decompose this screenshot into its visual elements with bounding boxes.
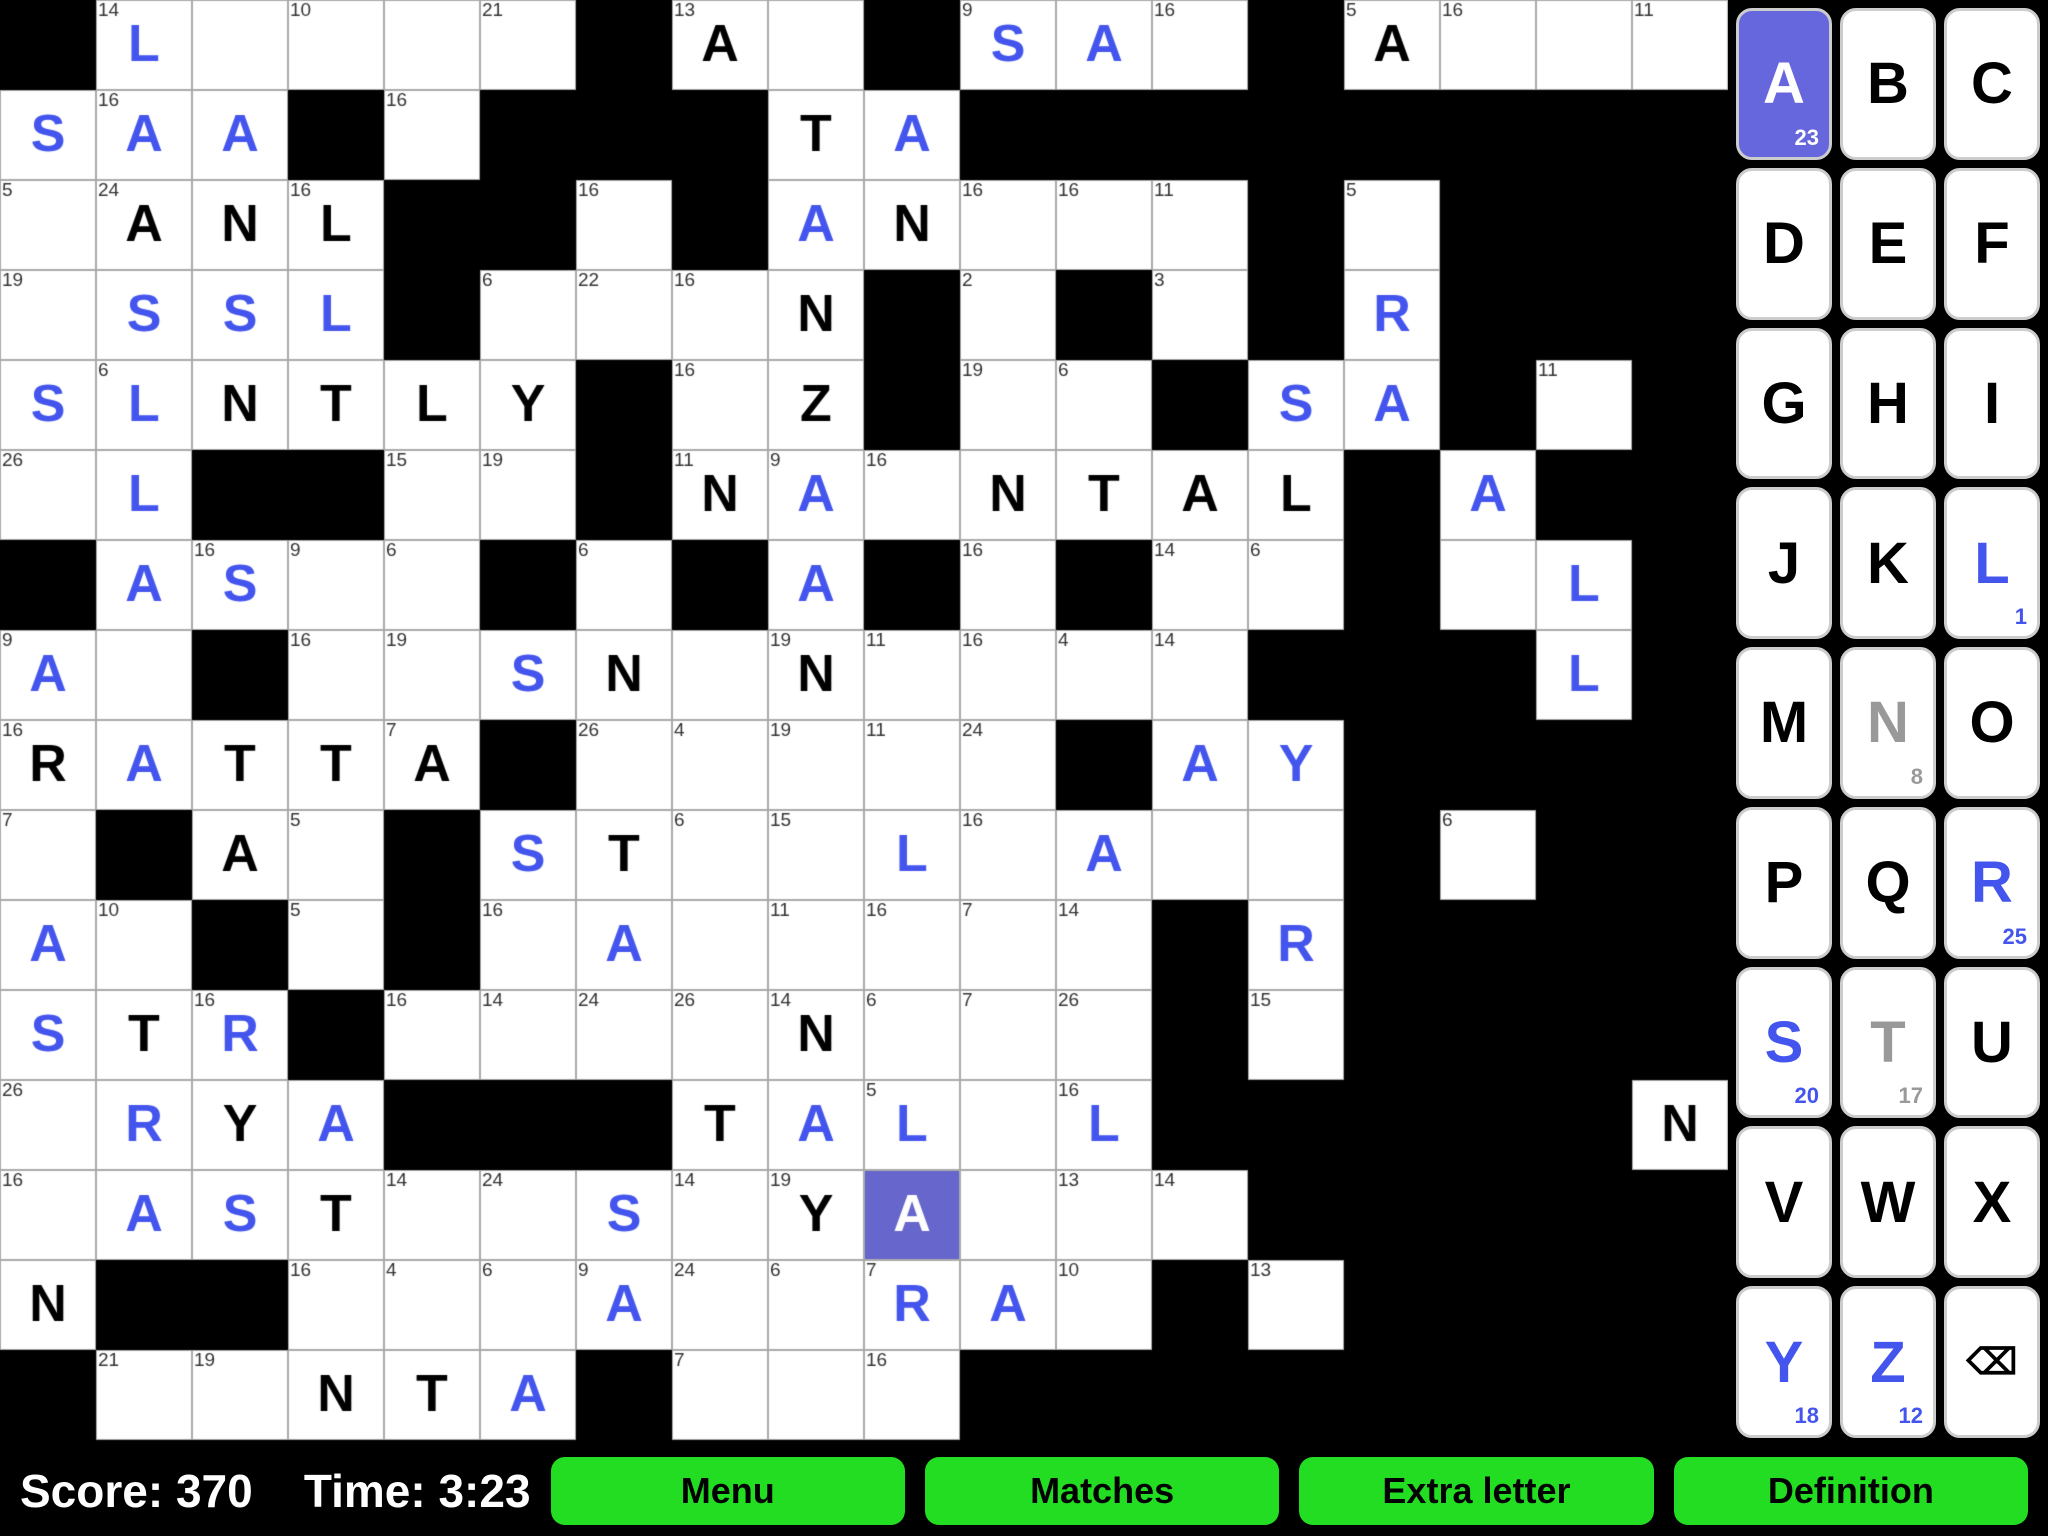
key-K[interactable]: K [1840, 487, 1936, 639]
key-Z[interactable]: Z 12 [1840, 1286, 1936, 1438]
key-subscript: 25 [2003, 924, 2027, 950]
key-label: K [1867, 530, 1909, 597]
crossword-grid[interactable] [0, 0, 1728, 1446]
key-A[interactable]: A 23 [1736, 8, 1832, 160]
key-label: N [1867, 689, 1909, 756]
bottom-bar: Score: 370 Time: 3:23 Menu Matches Extra… [0, 1446, 2048, 1536]
definition-button[interactable]: Definition [1674, 1457, 2028, 1525]
score-time: Score: 370 Time: 3:23 [20, 1464, 531, 1518]
key-D[interactable]: D [1736, 168, 1832, 320]
key-J[interactable]: J [1736, 487, 1832, 639]
key-C[interactable]: C [1944, 8, 2040, 160]
key-label: ⌫ [1967, 1341, 2018, 1383]
key-label: H [1867, 370, 1909, 437]
key-S[interactable]: S 20 [1736, 967, 1832, 1119]
key-delete[interactable]: ⌫ [1944, 1286, 2040, 1438]
key-subscript: 1 [2015, 604, 2027, 630]
key-label: R [1971, 849, 2013, 916]
key-subscript: 20 [1795, 1083, 1819, 1109]
key-G[interactable]: G [1736, 328, 1832, 480]
key-X[interactable]: X [1944, 1126, 2040, 1278]
key-label: M [1760, 689, 1808, 756]
key-R[interactable]: R 25 [1944, 807, 2040, 959]
extra-letter-button[interactable]: Extra letter [1299, 1457, 1653, 1525]
menu-button[interactable]: Menu [551, 1457, 905, 1525]
key-label: O [1969, 689, 2014, 756]
key-subscript: 23 [1795, 125, 1819, 151]
score-label: Score: 370 [20, 1465, 253, 1517]
key-E[interactable]: E [1840, 168, 1936, 320]
key-subscript: 17 [1899, 1083, 1923, 1109]
key-subscript: 18 [1795, 1403, 1819, 1429]
key-W[interactable]: W [1840, 1126, 1936, 1278]
key-L[interactable]: L1 [1944, 487, 2040, 639]
key-Q[interactable]: Q [1840, 807, 1936, 959]
key-label: V [1765, 1169, 1804, 1236]
key-V[interactable]: V [1736, 1126, 1832, 1278]
key-label: T [1870, 1009, 1905, 1076]
key-subscript: 8 [1911, 764, 1923, 790]
key-subscript: 12 [1899, 1403, 1923, 1429]
key-N[interactable]: N8 [1840, 647, 1936, 799]
key-I[interactable]: I [1944, 328, 2040, 480]
key-label: I [1984, 370, 2000, 437]
key-label: B [1867, 50, 1909, 117]
key-P[interactable]: P [1736, 807, 1832, 959]
key-label: J [1768, 530, 1800, 597]
key-label: Q [1865, 849, 1910, 916]
key-label: S [1765, 1009, 1804, 1076]
main-area: A23BCDEFGHIJKL1MN8OPQR25S20T17UVWXY18Z12… [0, 0, 2048, 1446]
key-B[interactable]: B [1840, 8, 1936, 160]
key-H[interactable]: H [1840, 328, 1936, 480]
key-T[interactable]: T 17 [1840, 967, 1936, 1119]
key-label: C [1971, 50, 2013, 117]
key-label: F [1974, 210, 2009, 277]
key-Y[interactable]: Y 18 [1736, 1286, 1832, 1438]
key-F[interactable]: F [1944, 168, 2040, 320]
key-label: G [1761, 370, 1806, 437]
key-label: W [1861, 1169, 1916, 1236]
key-label: P [1765, 849, 1804, 916]
key-label: X [1973, 1169, 2012, 1236]
key-label: U [1971, 1009, 2013, 1076]
time-label: Time: 3:23 [304, 1465, 531, 1517]
key-label: Y [1765, 1329, 1804, 1396]
crossword-area [0, 0, 1728, 1446]
key-O[interactable]: O [1944, 647, 2040, 799]
key-label: Z [1870, 1329, 1905, 1396]
key-label: L [1974, 530, 2009, 597]
key-label: D [1763, 210, 1805, 277]
key-label: A [1763, 50, 1805, 117]
key-M[interactable]: M [1736, 647, 1832, 799]
matches-button[interactable]: Matches [925, 1457, 1279, 1525]
keyboard-panel: A23BCDEFGHIJKL1MN8OPQR25S20T17UVWXY18Z12… [1728, 0, 2048, 1446]
key-U[interactable]: U [1944, 967, 2040, 1119]
key-label: E [1869, 210, 1908, 277]
